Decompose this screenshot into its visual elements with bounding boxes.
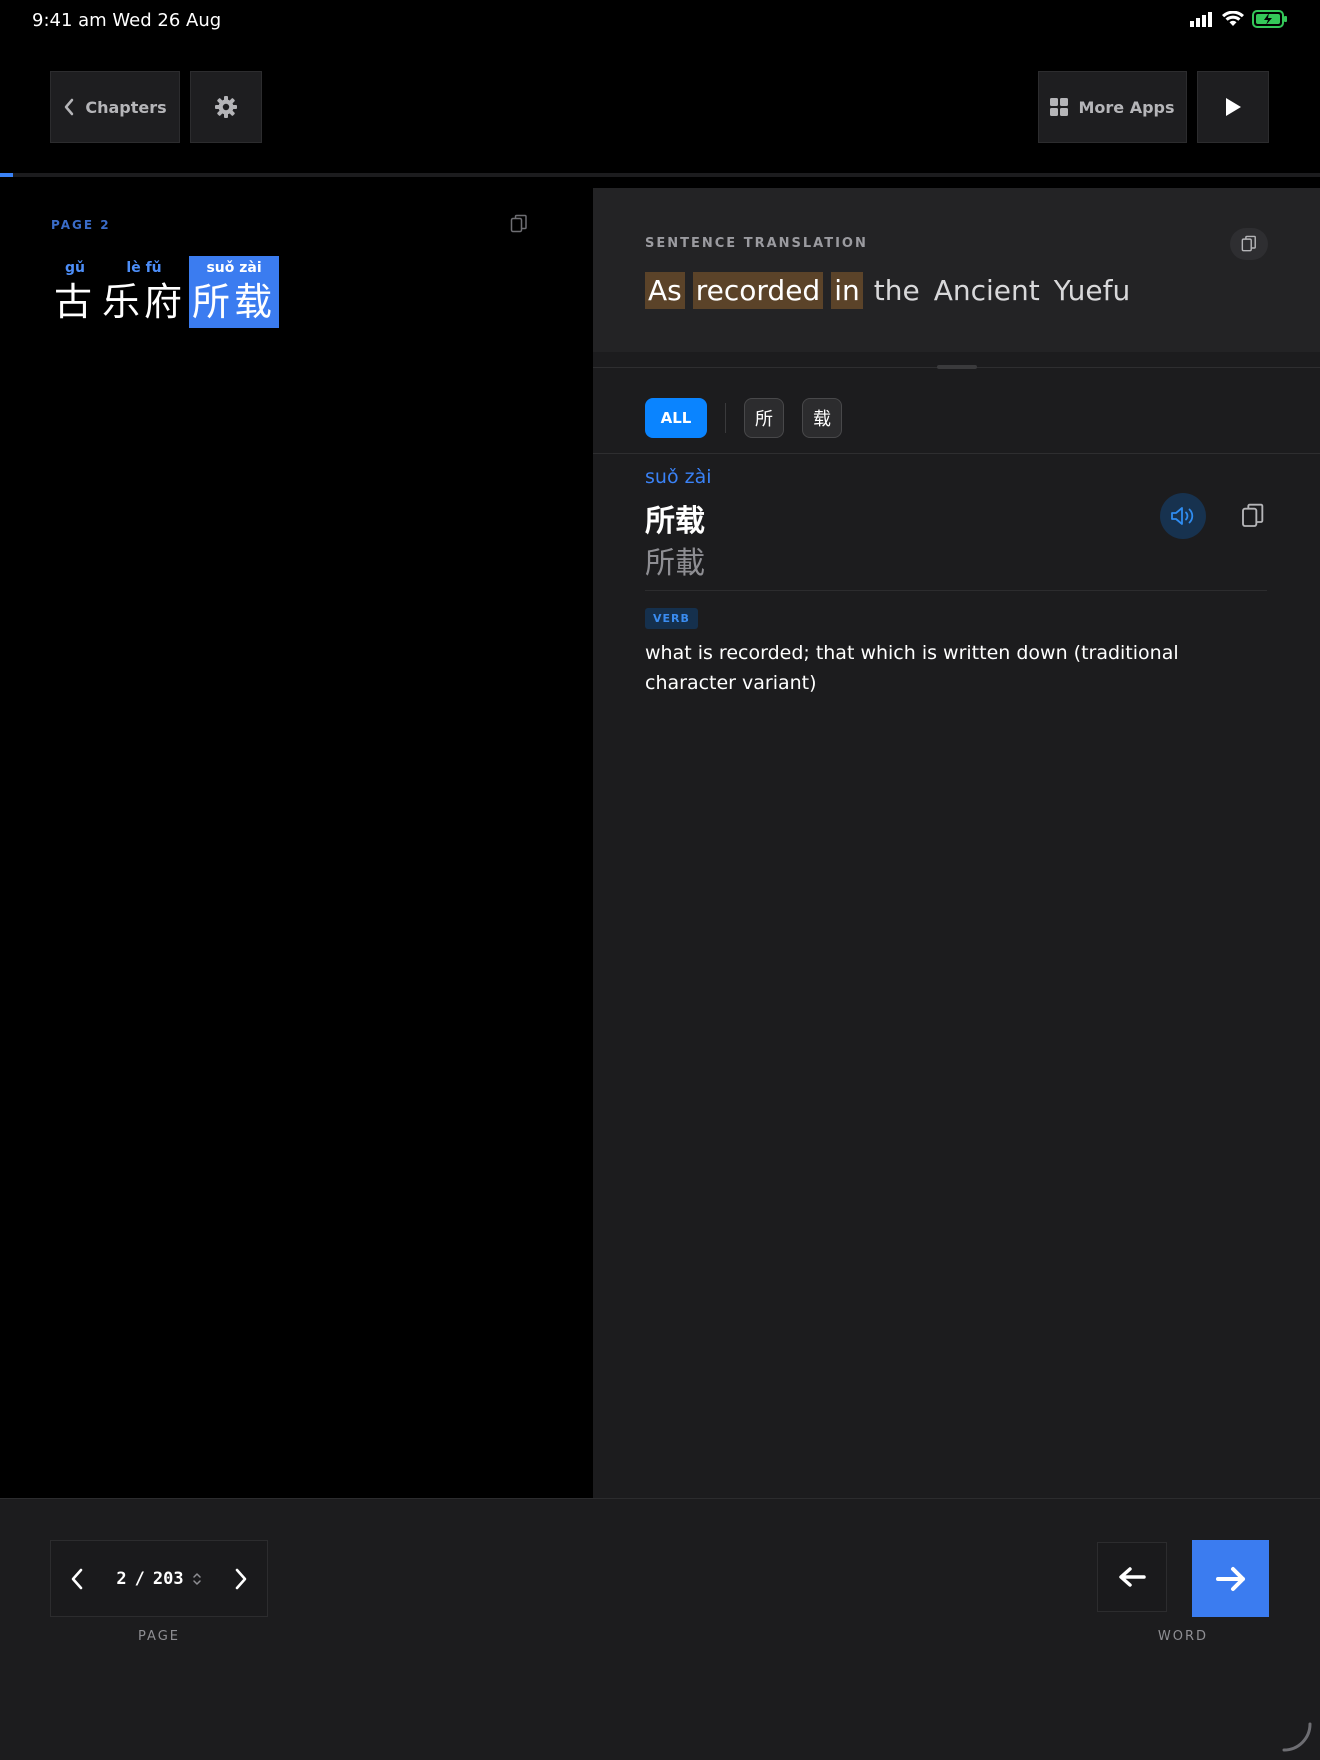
word-chars: 古: [54, 280, 97, 324]
current-page: 2: [116, 1568, 127, 1589]
play-button[interactable]: [1197, 71, 1269, 143]
status-time: 9:41 am Wed 26 Aug: [32, 10, 222, 31]
copy-icon: [1241, 235, 1256, 252]
arrow-left-icon: [1119, 1567, 1146, 1587]
translation-word[interactable]: Ancient: [931, 272, 1043, 309]
page-label: PAGE 2: [51, 218, 111, 232]
grid-icon: [1050, 98, 1069, 116]
up-down-chevron-icon: [192, 1572, 201, 1585]
part-of-speech-badge: VERB: [645, 608, 698, 629]
play-audio-button[interactable]: [1160, 493, 1206, 539]
gear-icon: [215, 96, 237, 118]
filter-all-chip[interactable]: ALL: [645, 398, 707, 438]
word-chars: 乐府: [102, 280, 187, 324]
translation-word[interactable]: the: [871, 272, 923, 309]
battery-icon: [1252, 10, 1287, 28]
sentence-translation-panel: SENTENCE TRANSLATION As recorded in the …: [593, 188, 1320, 352]
sentence-words: gǔ 古 lè fǔ 乐府 suǒ zài 所载: [51, 256, 280, 328]
reading-progress-fill: [0, 173, 14, 177]
settings-button[interactable]: [190, 71, 262, 143]
translation-text: As recorded in the Ancient Yuefu: [645, 272, 1133, 309]
wifi-icon: [1222, 11, 1244, 26]
sentence-translation-label: SENTENCE TRANSLATION: [645, 236, 868, 251]
resize-corner-icon: [1282, 1722, 1312, 1752]
entry-pinyin: suǒ zài: [645, 466, 712, 488]
page-selector[interactable]: 2 / 203: [116, 1569, 201, 1589]
word-pinyin: lè fǔ: [126, 260, 162, 276]
dictionary-pane: SENTENCE TRANSLATION As recorded in the …: [593, 188, 1320, 1498]
word-pinyin: suǒ zài: [206, 260, 262, 276]
chevron-left-icon: [65, 98, 74, 116]
character-filter: ALL 所 载: [645, 398, 842, 438]
filter-char-chip[interactable]: 所: [744, 398, 784, 438]
signal-icon: [1190, 12, 1212, 27]
entry-definition: what is recorded; that which is written …: [645, 642, 1179, 694]
more-apps-label: More Apps: [1078, 97, 1175, 117]
translation-word[interactable]: As: [645, 272, 685, 309]
copy-translation-button[interactable]: [1230, 228, 1268, 260]
word-chars: 所载: [192, 280, 277, 324]
entry-simplified: 所载: [645, 504, 705, 539]
word-pinyin: gǔ: [65, 260, 85, 276]
total-pages: 203: [152, 1568, 184, 1589]
status-icons: [1190, 10, 1288, 28]
chapters-button[interactable]: Chapters: [50, 71, 180, 143]
more-apps-button[interactable]: More Apps: [1038, 71, 1187, 143]
previous-page-icon[interactable]: [69, 1568, 85, 1590]
status-bar: 9:41 am Wed 26 Aug: [0, 0, 1320, 42]
entry-traditional: 所載: [645, 546, 705, 581]
word-caption: WORD: [1157, 1629, 1209, 1644]
previous-word-button[interactable]: [1097, 1542, 1167, 1612]
word-gu[interactable]: gǔ 古: [51, 256, 99, 328]
filter-char-chip[interactable]: 载: [802, 398, 842, 438]
reading-progress-bar: [0, 173, 1320, 177]
page-separator: /: [134, 1568, 145, 1589]
filter-divider: [593, 453, 1320, 454]
resize-handle[interactable]: [937, 365, 977, 369]
filter-separator: [725, 403, 726, 433]
next-page-icon[interactable]: [233, 1568, 249, 1590]
entry-divider: [645, 590, 1267, 591]
word-le-fu[interactable]: lè fǔ 乐府: [99, 256, 189, 328]
page-pager: 2 / 203: [50, 1540, 268, 1617]
bottom-navigation-bar: 2 / 203 PAGE WORD: [0, 1498, 1320, 1760]
translation-word[interactable]: recorded: [692, 272, 824, 309]
play-icon: [1226, 98, 1241, 116]
page-caption: PAGE: [138, 1629, 180, 1644]
speaker-icon: [1171, 507, 1194, 525]
translation-word[interactable]: Yuefu: [1051, 272, 1133, 309]
word-suo-zai-selected[interactable]: suǒ zài 所载: [189, 256, 280, 328]
copy-entry-button[interactable]: [1230, 493, 1276, 539]
copy-page-icon[interactable]: [510, 214, 528, 234]
next-word-button[interactable]: [1192, 1540, 1269, 1617]
copy-icon: [1242, 503, 1264, 527]
chapters-label: Chapters: [85, 97, 167, 117]
reader-pane: PAGE 2 gǔ 古 lè fǔ 乐府 suǒ zài 所载: [0, 188, 593, 1498]
arrow-right-icon: [1215, 1566, 1245, 1591]
translation-word[interactable]: in: [831, 272, 863, 309]
